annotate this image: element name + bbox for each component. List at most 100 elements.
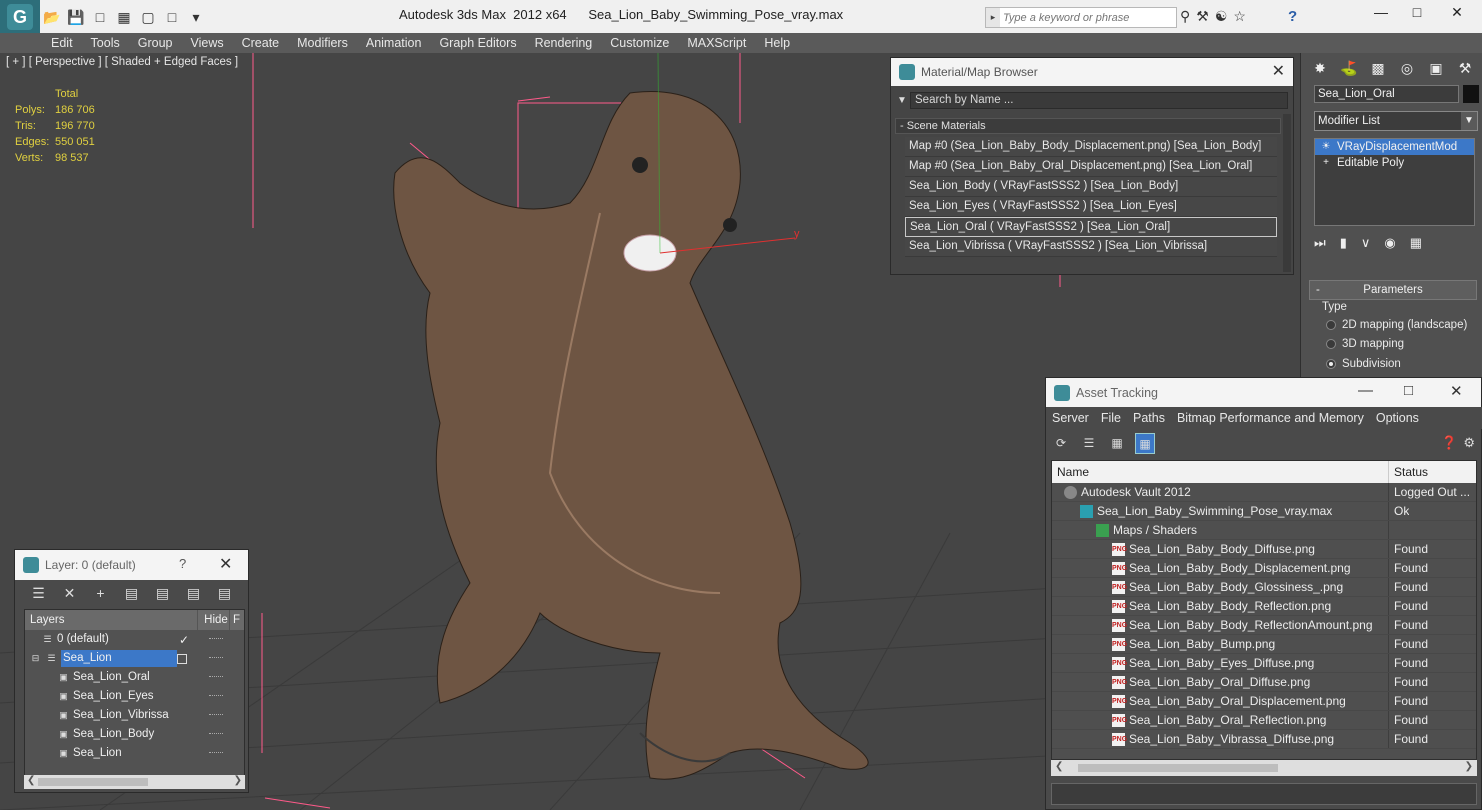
motion-tab-icon[interactable]: ◎ (1396, 57, 1418, 79)
column-layers[interactable]: Layers (25, 610, 197, 630)
close-icon[interactable]: ✕ (1272, 61, 1285, 81)
layer-object-row[interactable]: ▣ Sea_Lion_Oral (25, 668, 244, 687)
minimize-button[interactable]: — (1358, 382, 1373, 399)
asset-row[interactable]: PNG Sea_Lion_Baby_Body_Glossiness_.png Fou… (1052, 578, 1476, 597)
hold-icon[interactable]: ▦ (114, 7, 134, 27)
asset-tracking-titlebar[interactable]: Asset Tracking (1046, 378, 1481, 407)
window-icon[interactable]: ▢ (138, 7, 158, 27)
asset-row[interactable]: PNG Sea_Lion_Baby_Oral_Displacement.png Fo… (1052, 692, 1476, 711)
radio-button-selected-icon[interactable] (1326, 359, 1336, 369)
asset-row[interactable]: PNG Sea_Lion_Baby_Body_Displacement.png Fo… (1052, 559, 1476, 578)
menu-modifiers[interactable]: Modifiers (288, 33, 357, 53)
material-item[interactable]: Map #0 (Sea_Lion_Baby_Oral_Displacement.… (905, 157, 1277, 177)
material-item-selected[interactable]: Sea_Lion_Oral ( VRayFastSSS2 ) [Sea_Lion… (905, 217, 1277, 237)
binoculars-icon[interactable]: ⚲ (1180, 8, 1190, 25)
scene-materials-rollout[interactable]: - Scene Materials (895, 118, 1281, 134)
close-icon[interactable]: ✕ (219, 554, 232, 574)
asset-row[interactable]: Sea_Lion_Baby_Swimming_Pose_vray.max Ok (1052, 502, 1476, 521)
menu-file[interactable]: File (1095, 407, 1127, 429)
menu-graph-editors[interactable]: Graph Editors (430, 33, 525, 53)
hide-toggle[interactable] (209, 695, 223, 698)
modifier-list-dropdown[interactable]: Modifier List ▼ (1314, 111, 1478, 131)
menu-options[interactable]: Options (1370, 407, 1425, 429)
horizontal-scrollbar[interactable]: ❮ ❯ (1051, 760, 1477, 776)
sea-lion-model[interactable] (393, 91, 869, 780)
options-dropdown-icon[interactable]: ▼ (894, 95, 910, 106)
parameters-rollout[interactable]: - Parameters (1309, 280, 1477, 300)
radio-subdivision[interactable]: Subdivision (1326, 358, 1401, 370)
radio-button-icon[interactable] (1326, 339, 1336, 349)
hide-toggle[interactable] (209, 676, 223, 679)
list-view-icon[interactable]: ☰ (1079, 433, 1099, 454)
menu-group[interactable]: Group (129, 33, 182, 53)
menu-edit[interactable]: Edit (42, 33, 82, 53)
hide-toggle[interactable] (209, 714, 223, 717)
pin-stack-icon[interactable]: ⏭ (1314, 235, 1326, 251)
material-item[interactable]: Sea_Lion_Eyes ( VRayFastSSS2 ) [Sea_Lion… (905, 197, 1277, 217)
asset-row[interactable]: PNG Sea_Lion_Baby_Body_ReflectionAmount.p… (1052, 616, 1476, 635)
material-item[interactable]: Map #0 (Sea_Lion_Baby_Body_Displacement.… (905, 137, 1277, 157)
open-file-icon[interactable]: 📂 (42, 7, 62, 27)
asset-row[interactable]: PNG Sea_Lion_Baby_Eyes_Diffuse.png Found (1052, 654, 1476, 673)
select-objects-icon[interactable]: ▤ (122, 584, 141, 603)
subscription-icon[interactable]: ☯ (1215, 8, 1228, 25)
hide-all-icon[interactable]: ▤ (215, 584, 234, 603)
layer-object-row[interactable]: ▣ Sea_Lion (25, 744, 244, 763)
minimize-button[interactable]: — (1368, 4, 1394, 24)
help-icon[interactable]: ? (1288, 8, 1308, 26)
scrollbar-thumb[interactable] (1078, 764, 1278, 772)
viewport-label[interactable]: [ + ] [ Perspective ] [ Shaded + Edged F… (6, 56, 238, 68)
radio-button-icon[interactable] (1326, 320, 1336, 330)
collapse-minus-icon[interactable]: ⊟ (29, 653, 42, 664)
hide-toggle[interactable] (209, 657, 223, 660)
column-hide[interactable]: Hide (197, 610, 229, 630)
menu-bitmap-performance[interactable]: Bitmap Performance and Memory (1171, 407, 1370, 429)
scroll-right-icon[interactable]: ❯ (1465, 761, 1473, 772)
asset-row[interactable]: PNG Sea_Lion_Baby_Oral_Diffuse.png Found (1052, 673, 1476, 692)
menu-maxscript[interactable]: MAXScript (678, 33, 755, 53)
hierarchy-tab-icon[interactable]: ▩ (1367, 57, 1389, 79)
menu-server[interactable]: Server (1046, 407, 1095, 429)
layer-object-row[interactable]: ▣ Sea_Lion_Body (25, 725, 244, 744)
highlight-layer-icon[interactable]: ▤ (184, 584, 203, 603)
help-icon[interactable]: ❓ (1441, 435, 1457, 451)
asset-path-field[interactable] (1051, 783, 1477, 805)
vertical-scrollbar[interactable] (1283, 114, 1291, 272)
material-browser-titlebar[interactable]: Material/Map Browser (891, 58, 1293, 86)
layer-row-default[interactable]: ☰ 0 (default) ✓ (25, 630, 244, 649)
maximize-button[interactable]: □ (1404, 4, 1430, 24)
tree-view-icon[interactable]: ▦ (1107, 433, 1127, 454)
remove-modifier-icon[interactable]: ◉ (1384, 235, 1395, 251)
asset-row[interactable]: Maps / Shaders (1052, 521, 1476, 540)
material-item[interactable]: Sea_Lion_Vibrissa ( VRayFastSSS2 ) [Sea_… (905, 237, 1277, 257)
menu-views[interactable]: Views (181, 33, 232, 53)
hide-toggle[interactable] (209, 733, 223, 736)
active-checkmark-icon[interactable]: ✓ (179, 633, 189, 647)
material-item[interactable]: Sea_Lion_Body ( VRayFastSSS2 ) [Sea_Lion… (905, 177, 1277, 197)
column-freeze[interactable]: F (229, 610, 244, 630)
modify-tab-icon[interactable]: ⛳ (1338, 57, 1360, 79)
keyword-search-input[interactable] (1000, 11, 1172, 24)
menu-animation[interactable]: Animation (357, 33, 431, 53)
set-active-checkbox[interactable] (177, 653, 187, 664)
table-view-icon[interactable]: ▦ (1135, 433, 1155, 454)
hide-toggle[interactable] (209, 752, 223, 755)
new-file-icon[interactable]: □ (90, 7, 110, 27)
scroll-left-icon[interactable]: ❮ (27, 775, 35, 786)
horizontal-scrollbar[interactable]: ❮ ❯ (24, 775, 245, 789)
asset-row[interactable]: PNG Sea_Lion_Baby_Vibrassa_Diffuse.png Fou… (1052, 730, 1476, 749)
close-button[interactable]: ✕ (1444, 4, 1470, 24)
menu-create[interactable]: Create (233, 33, 289, 53)
asset-row[interactable]: PNG Sea_Lion_Baby_Oral_Reflection.png Foun… (1052, 711, 1476, 730)
column-name[interactable]: Name (1052, 461, 1389, 483)
project-icon[interactable]: □ (162, 7, 182, 27)
menu-tools[interactable]: Tools (82, 33, 129, 53)
stack-item-editable-poly[interactable]: + Editable Poly (1315, 155, 1474, 171)
object-color-swatch[interactable] (1463, 85, 1479, 103)
help-button[interactable]: ? (179, 556, 186, 571)
scrollbar-thumb[interactable] (38, 778, 148, 786)
hide-toggle[interactable] (209, 638, 223, 641)
expand-plus-icon[interactable]: + (1315, 155, 1337, 171)
column-status[interactable]: Status (1389, 461, 1428, 483)
scroll-right-icon[interactable]: ❯ (234, 775, 242, 786)
